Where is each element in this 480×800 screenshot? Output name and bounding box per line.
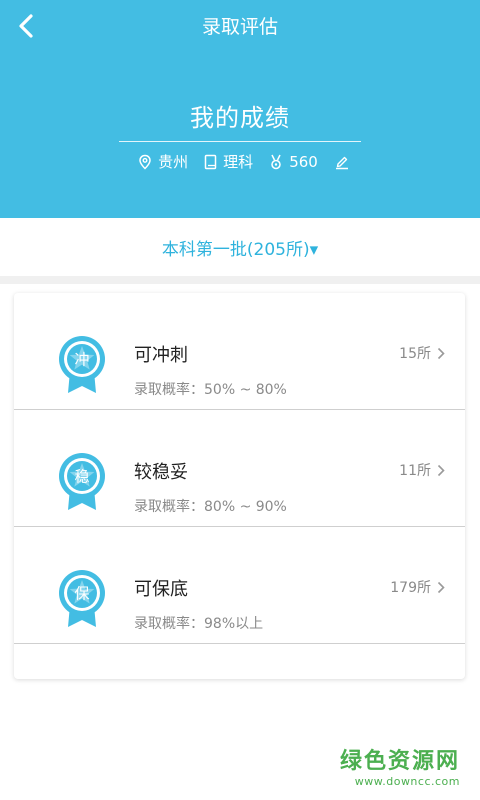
- watermark-title: 绿色资源网: [339, 749, 460, 774]
- score-info-row: 贵州 理科 560: [0, 151, 480, 172]
- ribbon-badge-icon: 稳: [59, 453, 105, 510]
- section-gap: [0, 276, 480, 284]
- subject-text: 理科: [223, 153, 254, 171]
- item-title: 可保底: [134, 579, 188, 600]
- item-rate: 录取概率：98%以上: [134, 616, 264, 632]
- score-title: 我的成绩: [190, 104, 290, 132]
- score-divider: [119, 141, 361, 142]
- evaluation-card: 冲 可冲刺 录取概率：50% ~ 80% 15所 稳 较稳妥 录取概率：80% …: [14, 293, 465, 679]
- batch-label: 本科第一批(205所)▾: [161, 239, 319, 260]
- item-title: 可冲刺: [134, 345, 188, 366]
- chevron-right-icon: [437, 464, 445, 476]
- score-value-info: 560: [269, 153, 318, 171]
- item-count-text: 11所: [399, 463, 431, 479]
- row-divider: [14, 643, 465, 644]
- item-count-text: 15所: [399, 346, 431, 362]
- batch-selector[interactable]: 本科第一批(205所)▾: [0, 218, 480, 276]
- item-count-text: 179所: [390, 580, 431, 596]
- chevron-right-icon: [437, 581, 445, 593]
- subject-info: 理科: [204, 151, 253, 172]
- chevron-right-icon: [437, 347, 445, 359]
- item-rate: 录取概率：50% ~ 80%: [134, 382, 287, 398]
- item-count: 15所: [399, 343, 445, 363]
- badge-text: 稳: [74, 468, 89, 486]
- edit-icon: [335, 156, 348, 169]
- badge-text: 冲: [74, 351, 89, 369]
- list-item-sprint[interactable]: 冲 可冲刺 录取概率：50% ~ 80% 15所: [14, 293, 465, 410]
- watermark: 绿色资源网 www.downcc.com: [340, 743, 460, 788]
- page-title: 录取评估: [201, 16, 278, 38]
- item-count: 11所: [399, 460, 445, 480]
- watermark-url: www.downcc.com: [354, 775, 460, 788]
- ribbon-badge-icon: 冲: [59, 336, 105, 393]
- header: 录取评估 我的成绩 贵州 理科 560: [0, 0, 480, 218]
- book-icon: [204, 154, 217, 169]
- location-pin-icon: [139, 154, 151, 170]
- province-info: 贵州: [138, 151, 188, 172]
- item-title: 较稳妥: [134, 462, 188, 483]
- item-rate: 录取概率：80% ~ 90%: [134, 499, 287, 515]
- score-text: 560: [289, 152, 318, 171]
- province-text: 贵州: [158, 153, 189, 171]
- badge-text: 保: [74, 585, 89, 603]
- item-count: 179所: [390, 577, 445, 597]
- list-item-stable[interactable]: 稳 较稳妥 录取概率：80% ~ 90% 11所: [14, 410, 465, 527]
- medal-icon: [271, 154, 281, 169]
- list-item-safe[interactable]: 保 可保底 录取概率：98%以上 179所: [14, 527, 465, 644]
- ribbon-badge-icon: 保: [59, 570, 105, 627]
- edit-score-button[interactable]: [334, 154, 350, 170]
